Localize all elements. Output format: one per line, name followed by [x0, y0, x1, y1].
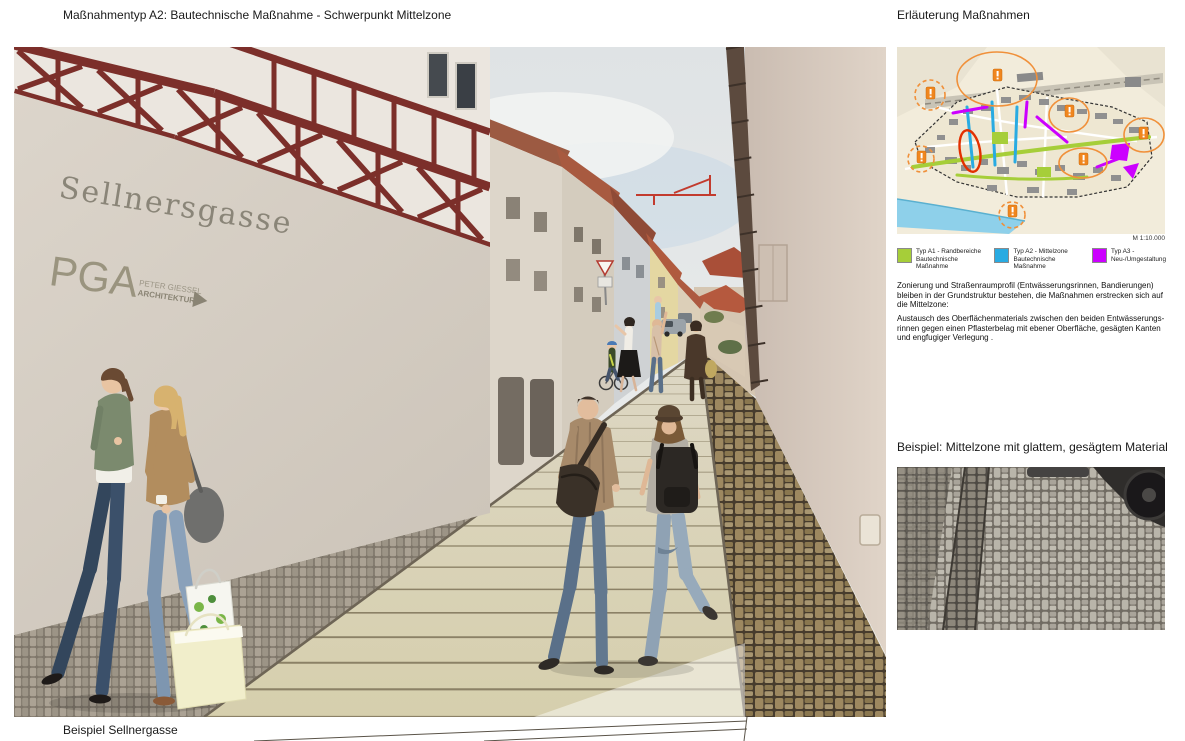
legend-swatch-a1	[897, 248, 912, 263]
wall-lamp	[860, 515, 880, 545]
warning-icon	[1079, 153, 1088, 165]
map-scale-label: M 1:10.000	[897, 235, 1165, 242]
legend-swatch-a3	[1092, 248, 1107, 263]
warning-icon	[1139, 127, 1148, 139]
example-heading: Beispiel: Mittelzone mit glattem, gesägt…	[897, 440, 1168, 454]
explanation-paragraph-2: Austausch des Oberflächenmaterials zwisc…	[897, 314, 1169, 343]
page-title: Maßnahmentyp A2: Bautechnische Maßnahme …	[63, 8, 451, 22]
legend-a1-line2: Bautechnische Maßnahme	[916, 256, 985, 271]
overview-map	[897, 47, 1165, 234]
warning-icon	[926, 87, 935, 99]
photo-caption: Beispiel Sellnergasse	[63, 723, 178, 737]
legend-a2-line1: Typ A2 - Mittelzone	[1013, 248, 1082, 256]
legend-swatch-a2	[994, 248, 1009, 263]
warning-icon	[917, 151, 926, 163]
legend-a2-line2: Bautechnische Maßnahme	[1013, 256, 1082, 271]
warning-icon	[1008, 205, 1017, 217]
pavement-example-photo	[897, 467, 1165, 630]
explanation-header: Erläuterung Maßnahmen	[897, 8, 1030, 22]
legend-item-a2: Typ A2 - Mittelzone Bautechnische Maßnah…	[994, 248, 1082, 271]
legend-a1-line1: Typ A1 - Randbereiche	[916, 248, 985, 256]
legend-item-a3: Typ A3 - Neu-/Umgestaltung	[1092, 248, 1166, 263]
warning-icon	[993, 69, 1002, 81]
explanation-paragraph-1: Zonierung und Straßenraumprofil (Entwäss…	[897, 281, 1169, 310]
legend-a3-line2: Neu-/Umgestaltung	[1111, 256, 1166, 264]
legend-item-a1: Typ A1 - Randbereiche Bautechnische Maßn…	[897, 248, 985, 271]
map-legend: Typ A1 - Randbereiche Bautechnische Maßn…	[897, 248, 1175, 271]
warning-icon	[1065, 105, 1074, 117]
street-photomontage: Sellnersgasse PGA PETER GIESSEL ARCHITEK…	[14, 47, 886, 717]
legend-a3-line1: Typ A3 -	[1111, 248, 1166, 256]
